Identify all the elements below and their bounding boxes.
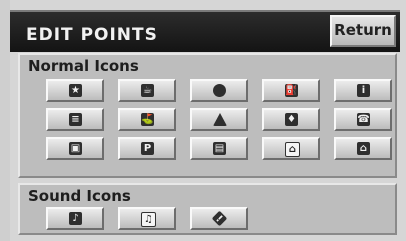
star-icon: ★ xyxy=(69,84,82,97)
edit-points-screen: EDIT POINTS Return Normal Icons ★ ☕ ⛽ i ≡ ⛳ ♦ ☎… xyxy=(0,0,406,241)
sound-icons-panel: Sound Icons ♪ ♫! xyxy=(18,183,397,235)
parking-icon: P xyxy=(141,142,154,155)
ball-icon-button[interactable] xyxy=(190,79,248,102)
home-icon: ⌂ xyxy=(357,142,370,155)
music-notes-icon: ♫ xyxy=(141,212,156,227)
coffee-icon: ☕ xyxy=(141,84,154,97)
normal-icons-label: Normal Icons xyxy=(28,57,139,75)
return-button[interactable]: Return xyxy=(330,15,396,47)
ball-icon xyxy=(213,84,226,97)
parking-icon-button[interactable]: P xyxy=(118,137,176,160)
info-icon-button[interactable]: i xyxy=(334,79,392,102)
office-icon: ▤ xyxy=(213,142,226,155)
golf-icon: ⛳ xyxy=(141,113,154,126)
star-icon-button[interactable]: ★ xyxy=(46,79,104,102)
warning-icon: ! xyxy=(211,210,228,227)
sound-icons-label: Sound Icons xyxy=(28,187,131,205)
gas-icon: ⛽ xyxy=(285,84,298,97)
bank-icon-button[interactable]: ⌂ xyxy=(262,137,320,160)
home-icon-button[interactable]: ⌂ xyxy=(334,137,392,160)
page-title: EDIT POINTS xyxy=(26,25,158,45)
luggage-icon-button[interactable]: ▣ xyxy=(46,137,104,160)
info-icon: i xyxy=(357,84,370,97)
shopping-icon-button[interactable]: ♦ xyxy=(262,108,320,131)
office-icon-button[interactable]: ▤ xyxy=(190,137,248,160)
music-note-icon-button[interactable]: ♪ xyxy=(46,207,104,230)
gas-icon-button[interactable]: ⛽ xyxy=(262,79,320,102)
left-edge xyxy=(0,0,10,241)
bed-icon: ≡ xyxy=(69,113,82,126)
bell-icon xyxy=(213,113,227,126)
music-notes-icon-button[interactable]: ♫ xyxy=(118,207,176,230)
warning-icon-button[interactable]: ! xyxy=(190,207,248,230)
golf-icon-button[interactable]: ⛳ xyxy=(118,108,176,131)
music-note-icon: ♪ xyxy=(69,212,82,225)
shopping-icon: ♦ xyxy=(285,113,298,126)
luggage-icon: ▣ xyxy=(69,142,82,155)
bank-icon: ⌂ xyxy=(285,142,300,157)
phone-icon: ☎ xyxy=(357,113,370,126)
normal-icons-panel: Normal Icons ★ ☕ ⛽ i ≡ ⛳ ♦ ☎ ▣ P ▤ ⌂ ⌂ xyxy=(18,53,397,178)
coffee-icon-button[interactable]: ☕ xyxy=(118,79,176,102)
header-bar: EDIT POINTS Return xyxy=(10,10,400,52)
phone-icon-button[interactable]: ☎ xyxy=(334,108,392,131)
bed-icon-button[interactable]: ≡ xyxy=(46,108,104,131)
bell-icon-button[interactable] xyxy=(190,108,248,131)
